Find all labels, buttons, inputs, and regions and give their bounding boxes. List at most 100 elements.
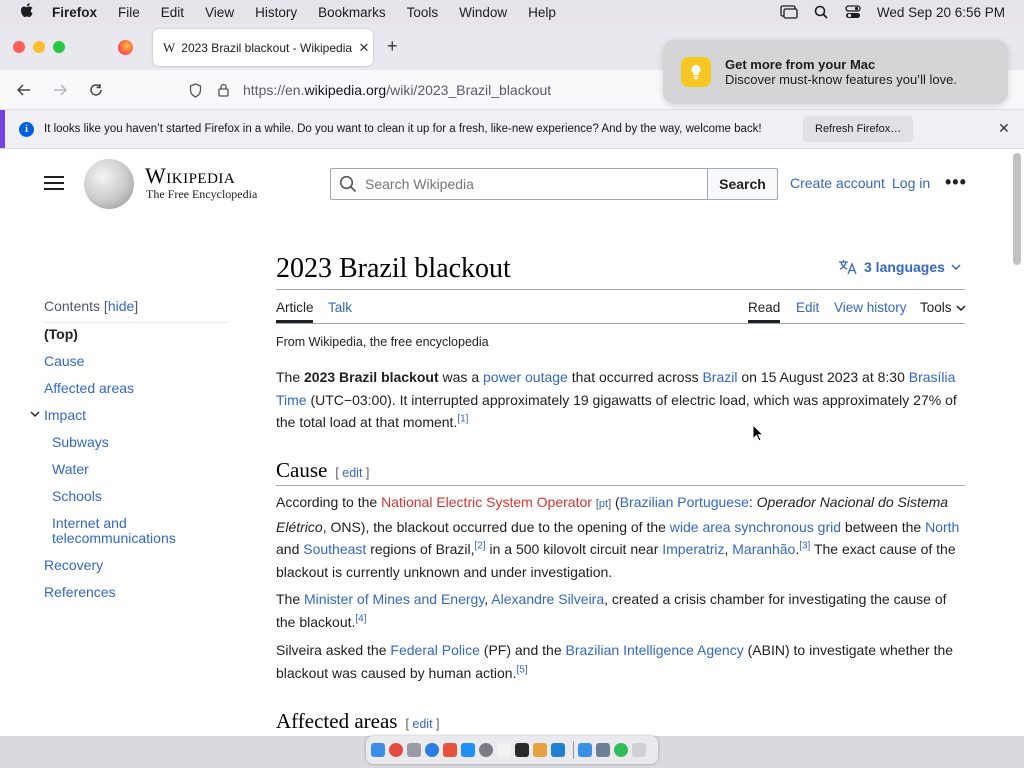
menu-window[interactable]: Window (449, 5, 518, 20)
link-north[interactable]: North (925, 519, 959, 535)
edit-cause-link[interactable]: edit (342, 466, 362, 480)
link-maranhao[interactable]: Maranhão (732, 541, 795, 557)
menubar-clock[interactable]: Wed Sep 20 6:56 PM (877, 5, 1005, 20)
link-brazilian-portuguese[interactable]: Brazilian Portuguese (620, 494, 749, 510)
edit-affected-link[interactable]: edit (412, 717, 432, 731)
chrome-icon[interactable] (389, 743, 403, 757)
macos-menubar: Firefox File Edit View History Bookmarks… (0, 0, 1024, 24)
link-wide-area-grid[interactable]: wide area synchronous grid (670, 519, 841, 535)
window-minimize-button[interactable] (33, 41, 45, 53)
system-settings-icon[interactable] (479, 743, 493, 757)
new-tab-plus-icon[interactable]: + (387, 36, 398, 57)
toc-hide-link[interactable]: hide (108, 298, 134, 314)
address-bar[interactable]: https://en. wikipedia.org/wiki/2023_Brazi… (180, 75, 680, 105)
toc-item-top[interactable]: (Top) (44, 327, 78, 342)
wikipedia-wordmark[interactable]: Wikipedia (145, 163, 235, 189)
apple-menu-icon[interactable] (0, 2, 52, 22)
screenshots-folder-icon[interactable] (596, 743, 610, 757)
finder-icon[interactable] (371, 743, 385, 757)
chevron-down-icon (955, 304, 966, 311)
search-button[interactable]: Search (707, 168, 778, 200)
tab-close-icon[interactable]: ✕ (355, 40, 373, 56)
toc-item-internet[interactable]: Internet and telecommunications (52, 516, 192, 546)
vscode-icon[interactable] (551, 743, 565, 757)
infobar-close-icon[interactable]: ✕ (998, 120, 1010, 137)
reference-4[interactable]: [4] (355, 613, 366, 624)
menu-tools[interactable]: Tools (396, 5, 449, 20)
toc-item-water[interactable]: Water (52, 462, 89, 477)
app-icon[interactable] (614, 743, 628, 757)
terminal-icon[interactable] (515, 743, 529, 757)
trash-icon[interactable] (632, 743, 646, 757)
reference-3[interactable]: [3] (799, 540, 810, 551)
menu-app-firefox[interactable]: Firefox (52, 5, 108, 20)
text: and (276, 541, 304, 557)
app-store-icon[interactable] (461, 743, 475, 757)
tools-dropdown[interactable]: Tools (920, 300, 966, 315)
more-options-icon[interactable]: ••• (945, 172, 967, 193)
tab-talk[interactable]: Talk (328, 300, 352, 315)
wiki-search-input[interactable]: Search Wikipedia (330, 168, 708, 200)
toc-item-references[interactable]: References (44, 585, 116, 600)
menu-edit[interactable]: Edit (150, 5, 194, 20)
language-selector[interactable]: 3 languages (838, 259, 961, 275)
link-alexandre-silveira[interactable]: Alexandre Silveira (491, 591, 604, 607)
sublime-icon[interactable] (533, 743, 547, 757)
menu-bookmarks[interactable]: Bookmarks (308, 5, 397, 20)
link-imperatriz[interactable]: Imperatriz (662, 541, 724, 557)
menu-history[interactable]: History (245, 5, 308, 20)
window-zoom-button[interactable] (53, 41, 65, 53)
firefox-view-icon[interactable] (118, 40, 133, 55)
menu-view[interactable]: View (195, 5, 245, 20)
page-scrollbar[interactable] (1013, 153, 1021, 265)
menu-file[interactable]: File (108, 5, 151, 20)
reload-icon[interactable] (84, 79, 108, 101)
link-southeast[interactable]: Southeast (303, 541, 366, 557)
tab-read[interactable]: Read (748, 300, 780, 315)
toc-item-subways[interactable]: Subways (52, 435, 109, 450)
toc-item-impact[interactable]: Impact (44, 408, 86, 423)
link-brazil[interactable]: Brazil (702, 369, 737, 385)
redlink-ons[interactable]: National Electric System Operator (381, 494, 592, 510)
spotlight-search-icon[interactable] (809, 0, 833, 24)
launchpad-icon[interactable] (407, 743, 421, 757)
tab-edit[interactable]: Edit (796, 300, 819, 315)
reference-1[interactable]: [1] (457, 413, 468, 424)
firefox-dock-icon[interactable] (443, 743, 457, 757)
link-power-outage[interactable]: power outage (483, 369, 568, 385)
link-minister[interactable]: Minister of Mines and Energy (304, 591, 484, 607)
link-abin[interactable]: Brazilian Intelligence Agency (566, 642, 744, 658)
textedit-icon[interactable] (497, 743, 511, 757)
window-close-button[interactable] (13, 41, 25, 53)
back-arrow-icon[interactable] (12, 79, 36, 101)
screen-mirroring-icon[interactable] (777, 0, 801, 24)
tab-view-history[interactable]: View history (834, 300, 907, 315)
log-in-link[interactable]: Log in (892, 175, 930, 191)
macos-notification[interactable]: Get more from your Mac Discover must-kno… (663, 40, 1008, 104)
forward-arrow-icon[interactable] (48, 79, 72, 101)
text: (PF) and the (479, 642, 566, 658)
toc-item-schools[interactable]: Schools (52, 489, 102, 504)
toc-collapse-chevron-icon[interactable] (30, 411, 40, 418)
browser-tab-active[interactable]: W 2023 Brazil blackout - Wikipedia ✕ (153, 29, 373, 66)
create-account-link[interactable]: Create account (790, 175, 885, 191)
link-federal-police[interactable]: Federal Police (390, 642, 480, 658)
control-center-icon[interactable] (841, 0, 865, 24)
menu-help[interactable]: Help (518, 5, 567, 20)
toc-item-cause[interactable]: Cause (44, 354, 84, 369)
reference-2[interactable]: [2] (474, 540, 485, 551)
main-menu-hamburger-icon[interactable] (44, 176, 64, 190)
interlanguage-pt-link[interactable]: pt (599, 498, 608, 510)
text: : (748, 494, 757, 510)
safari-icon[interactable] (425, 743, 439, 757)
toc-item-affected-areas[interactable]: Affected areas (44, 381, 134, 396)
tab-article[interactable]: Article (276, 300, 314, 315)
refresh-firefox-button[interactable]: Refresh Firefox… (803, 116, 914, 142)
lock-icon[interactable] (210, 83, 236, 97)
toc-item-recovery[interactable]: Recovery (44, 558, 103, 573)
reference-5[interactable]: [5] (516, 664, 527, 675)
downloads-folder-icon[interactable] (578, 743, 592, 757)
tracking-protection-shield-icon[interactable] (180, 82, 210, 98)
wikipedia-globe-logo[interactable] (84, 159, 134, 209)
tips-lightbulb-icon (681, 57, 711, 87)
